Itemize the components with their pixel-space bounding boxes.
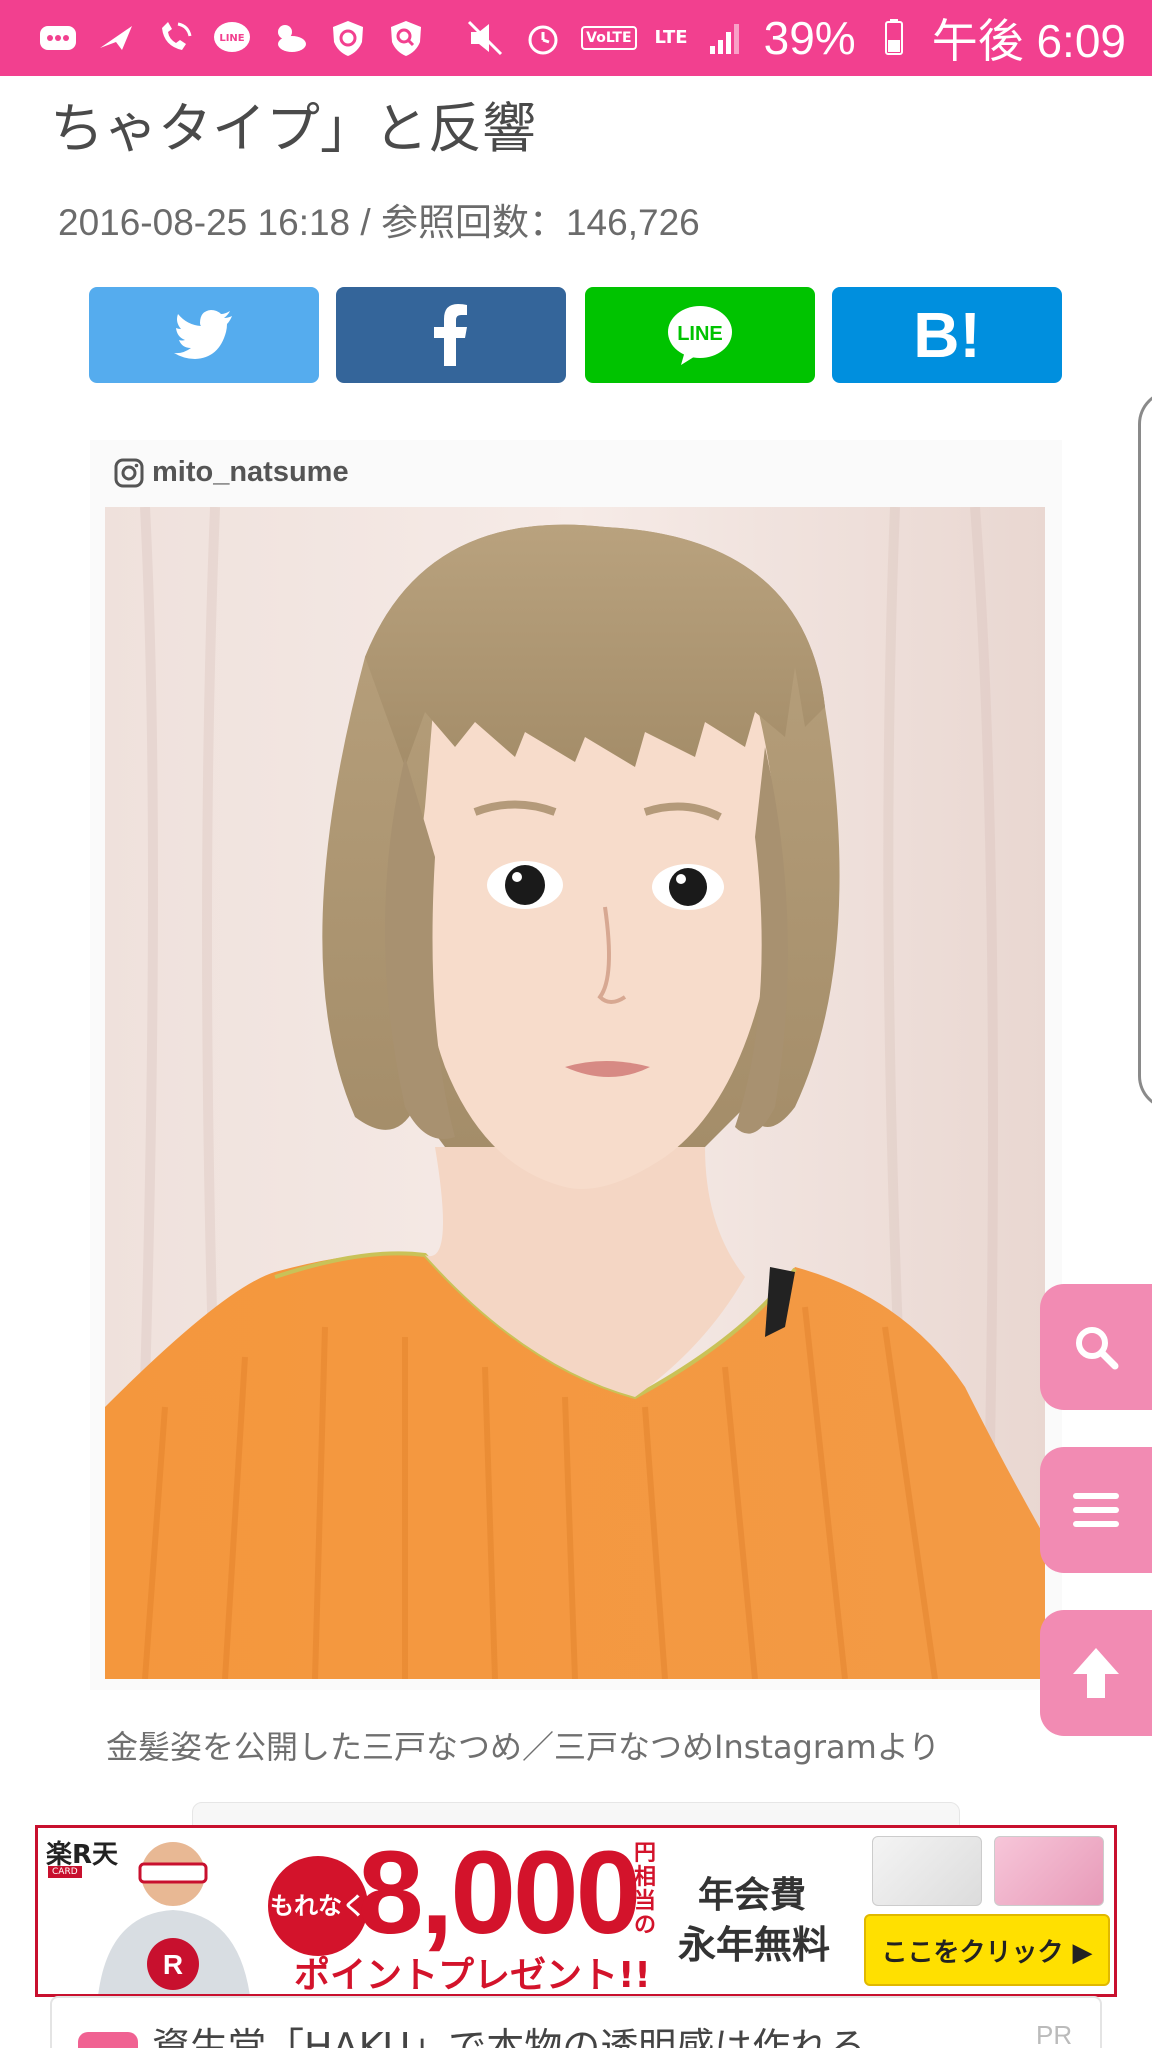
ad-point-amount: 8,000 bbox=[358, 1827, 641, 1959]
instagram-username: mito_natsume bbox=[152, 456, 349, 488]
message-icon bbox=[38, 18, 78, 58]
page: LINE VoLTE LTE 39% 午後 6:09 ちゃタイプ」と反響 201… bbox=[0, 0, 1152, 2048]
shield-icon bbox=[328, 18, 368, 58]
hatena-bookmark-button[interactable]: B! bbox=[832, 287, 1062, 383]
article-photo bbox=[105, 507, 1045, 1679]
ad-yen-label: 円相当の bbox=[634, 1841, 657, 1938]
article-meta: 2016-08-25 16:18 / 参照回数：146,726 bbox=[58, 202, 700, 243]
status-right-icons: VoLTE LTE 39% 午後 6:09 bbox=[465, 5, 1126, 71]
heart-icon bbox=[78, 2032, 138, 2048]
battery-icon bbox=[874, 18, 914, 58]
status-bar: LINE VoLTE LTE 39% 午後 6:09 bbox=[0, 0, 1152, 76]
send-icon bbox=[96, 18, 136, 58]
related-article-title[interactable]: 資生堂「HAKU」で本物の透明感は作れる bbox=[152, 2016, 866, 2048]
weather-icon bbox=[270, 18, 310, 58]
ad-cta-button[interactable]: ここをクリック ▶ bbox=[864, 1914, 1110, 1986]
ad-fee-line1: 年会費 bbox=[698, 1875, 807, 1916]
photo-caption: 金髪姿を公開した三戸なつめ／三戸なつめInstagramより bbox=[106, 1728, 941, 1766]
ad-point-text: ポイントプレゼント!! bbox=[294, 1955, 651, 1996]
facebook-icon bbox=[434, 304, 467, 366]
ad-motenaku-badge: もれなく bbox=[268, 1856, 368, 1956]
ad-mascot-image: R bbox=[98, 1842, 250, 1994]
line-icon: LINE bbox=[668, 306, 732, 365]
arrow-up-icon bbox=[1073, 1648, 1119, 1698]
mute-icon bbox=[465, 18, 505, 58]
clock: 午後 6:09 bbox=[931, 15, 1126, 67]
wifi-call-icon bbox=[154, 18, 194, 58]
pr-badge: PR bbox=[1036, 2020, 1073, 2048]
alarm-icon bbox=[523, 18, 563, 58]
svg-text:LINE: LINE bbox=[219, 33, 244, 44]
article-headline: ちゃタイプ」と反響 bbox=[50, 97, 536, 160]
line-icon: LINE bbox=[212, 18, 252, 58]
battery-percent: 39% bbox=[763, 12, 856, 64]
line-share-button[interactable]: LINE bbox=[585, 287, 815, 383]
credit-card-image bbox=[872, 1836, 982, 1906]
twitter-icon bbox=[174, 310, 232, 359]
shield-search-icon bbox=[386, 18, 426, 58]
volte-icon: VoLTE bbox=[581, 26, 637, 50]
status-left-icons: LINE bbox=[38, 18, 426, 58]
ad-card-label: CARD bbox=[48, 1866, 82, 1878]
back-to-top-button[interactable] bbox=[1040, 1610, 1152, 1736]
lte-icon: LTE bbox=[654, 27, 688, 48]
search-icon bbox=[1076, 1327, 1119, 1370]
ad-banner[interactable]: 楽R天 CARD R もれなく 8,000 円相当の ポイントプレゼント!! 年… bbox=[35, 1825, 1117, 1997]
search-button[interactable] bbox=[1040, 1284, 1152, 1410]
facebook-share-button[interactable] bbox=[336, 287, 566, 383]
instagram-credit: mito_natsume bbox=[114, 456, 349, 489]
twitter-share-button[interactable] bbox=[89, 287, 319, 383]
credit-card-image bbox=[994, 1836, 1104, 1906]
signal-icon bbox=[706, 18, 746, 58]
menu-icon bbox=[1073, 1493, 1119, 1527]
ad-fee-line2: 永年無料 bbox=[678, 1923, 831, 1967]
svg-text:LINE: LINE bbox=[677, 323, 723, 345]
scroll-edge bbox=[1138, 390, 1152, 1110]
instagram-icon bbox=[114, 458, 144, 487]
menu-button[interactable] bbox=[1040, 1447, 1152, 1573]
hatena-label: B! bbox=[913, 299, 981, 371]
svg-text:R: R bbox=[163, 1949, 183, 1980]
